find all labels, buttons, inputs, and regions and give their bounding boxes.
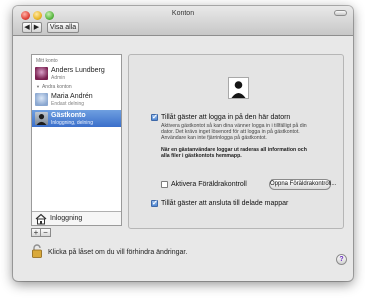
window-title: Konton [171,10,195,17]
user-avatar [35,93,48,106]
parental-controls-label: Aktivera Föräldrakontroll [171,181,247,188]
login-options-item[interactable]: Inloggning [32,211,121,225]
remove-account-button[interactable]: − [41,228,51,237]
lock-instructions: Klicka på låset om du vill förhindra änd… [48,249,188,256]
account-details-panel: ✓ Tillåt gäster att logga in på den här … [128,54,344,229]
show-all-button[interactable]: Visa alla [47,22,79,33]
shared-folders-label: Tillåt gäster att ansluta till delade ma… [161,200,289,207]
other-accounts-header: ▼ Andra konton [36,84,72,90]
back-button[interactable]: ◀ [22,22,32,33]
help-button[interactable]: ? [336,254,347,265]
account-name: Anders Lundberg [51,67,105,74]
accounts-sidebar: Mitt konto Anders Lundberg Admin ▼ Andra … [31,54,122,226]
logout-warning-line: alla filer i gästkontots hemmapp. [161,153,242,159]
disclosure-triangle-icon[interactable]: ▼ [36,84,40,89]
user-avatar [35,67,48,80]
account-item-anders[interactable]: Anders Lundberg Admin [32,65,121,82]
account-role: Endast delning [51,100,85,107]
account-name: Maria Andrén [51,93,93,100]
user-silhouette-icon [231,81,246,98]
allow-guest-login-checkbox[interactable]: ✓ [151,114,158,121]
preferences-window: Konton ◀ ▶ Visa alla Mitt konto Anders L… [13,6,353,281]
account-item-guest[interactable]: Gästkonto Inloggning, delning [32,110,121,127]
house-icon [35,213,47,225]
account-item-maria[interactable]: Maria Andrén Endast delning [32,91,121,108]
parental-controls-checkbox[interactable] [161,181,168,188]
open-parental-controls-button[interactable]: Öppna Föräldrakontroll... [269,179,336,190]
guest-avatar [35,112,48,125]
shared-folders-checkbox[interactable]: ✓ [151,200,158,207]
my-account-header: Mitt konto [36,58,58,64]
toolbar-toggle-button[interactable] [334,10,347,16]
login-options-label: Inloggning [50,215,83,222]
other-accounts-label: Andra konton [41,84,72,90]
guest-picture[interactable] [228,77,249,99]
account-role: Admin [51,74,66,81]
account-role: Inloggning, delning [51,119,93,126]
guest-description-line: Användare kan inte fjärrinlogga på gästk… [161,135,267,141]
account-name: Gästkonto [51,112,86,119]
forward-button[interactable]: ▶ [32,22,42,33]
lock-icon[interactable] [31,244,44,258]
allow-guest-login-label: Tillåt gäster att logga in på den här da… [161,114,291,121]
add-account-button[interactable]: + [31,228,41,237]
title-bar: Konton ◀ ▶ Visa alla [13,6,353,36]
